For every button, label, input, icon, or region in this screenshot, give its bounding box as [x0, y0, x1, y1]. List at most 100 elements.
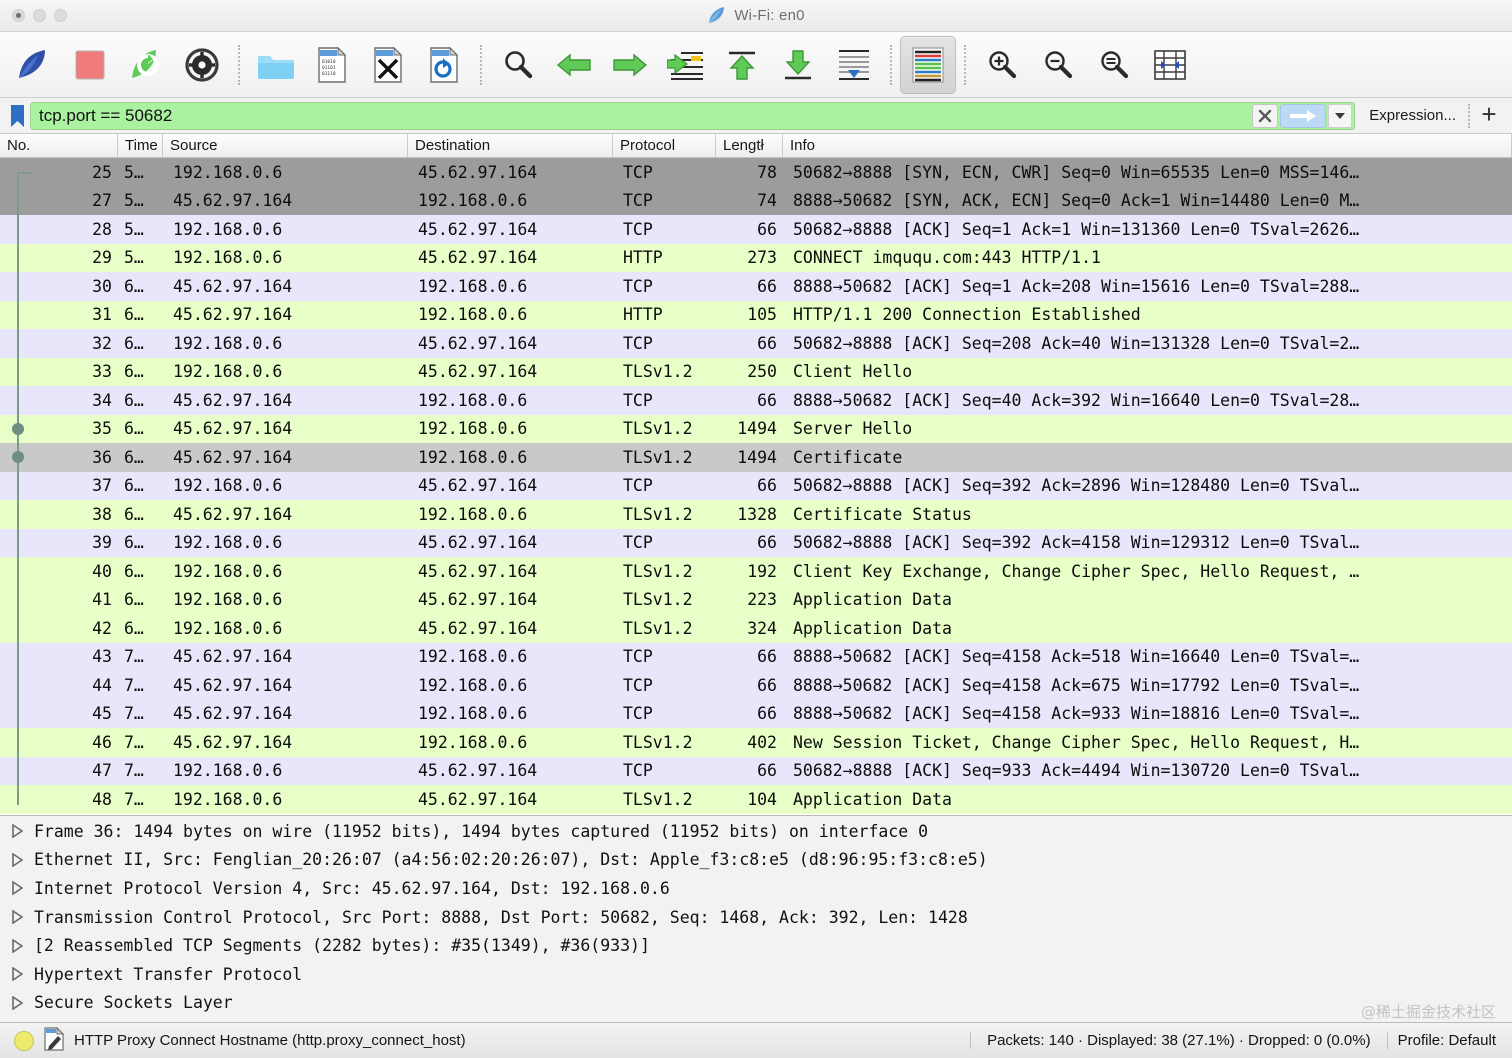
display-filter-input[interactable]: tcp.port == 50682 [30, 102, 1355, 130]
packet-cell-length: 78 [716, 163, 783, 182]
bookmark-icon [10, 104, 25, 128]
disclosure-triangle-icon[interactable] [0, 910, 34, 924]
packet-row[interactable]: 457…45.62.97.164192.168.0.6TCP668888→506… [0, 700, 1512, 729]
filter-history-dropdown[interactable] [1328, 104, 1352, 128]
resize-columns-icon [1153, 49, 1187, 81]
close-window-button[interactable] [12, 9, 25, 22]
capture-file-properties-icon[interactable] [44, 1027, 64, 1055]
packet-row[interactable]: 396…192.168.0.645.62.97.164TCP6650682→88… [0, 529, 1512, 558]
packet-row[interactable]: 306…45.62.97.164192.168.0.6TCP668888→506… [0, 272, 1512, 301]
packet-row[interactable]: 326…192.168.0.645.62.97.164TCP6650682→88… [0, 329, 1512, 358]
filter-separator [1468, 104, 1470, 128]
disclosure-triangle-icon[interactable] [0, 853, 34, 867]
zoom-reset-button[interactable] [1086, 36, 1142, 94]
packet-cell-length: 1328 [716, 505, 783, 524]
packet-row[interactable]: 487…192.168.0.645.62.97.164TLSv1.2104App… [0, 785, 1512, 814]
add-filter-button[interactable]: + [1472, 101, 1506, 130]
packet-row[interactable]: 406…192.168.0.645.62.97.164TLSv1.2192Cli… [0, 557, 1512, 586]
colorize-button[interactable] [900, 36, 956, 94]
packet-row[interactable]: 316…45.62.97.164192.168.0.6HTTP105HTTP/1… [0, 301, 1512, 330]
packet-cell-info: Certificate Status [783, 505, 1512, 524]
maximize-window-button[interactable] [54, 9, 67, 22]
packet-row[interactable]: 346…45.62.97.164192.168.0.6TCP668888→506… [0, 386, 1512, 415]
save-file-button[interactable]: 010100110101110 [304, 36, 360, 94]
reload-file-button[interactable] [416, 36, 472, 94]
disclosure-triangle-icon[interactable] [0, 824, 34, 838]
packet-row[interactable]: 356…45.62.97.164192.168.0.6TLSv1.21494Se… [0, 415, 1512, 444]
column-header-source[interactable]: Source [163, 134, 408, 157]
packet-row[interactable]: 275…45.62.97.164192.168.0.6TCP748888→506… [0, 187, 1512, 216]
detail-row[interactable]: Ethernet II, Src: Fenglian_20:26:07 (a4:… [0, 846, 1512, 875]
packet-cell-destination: 45.62.97.164 [408, 761, 613, 780]
packet-row[interactable]: 336…192.168.0.645.62.97.164TLSv1.2250Cli… [0, 358, 1512, 387]
packet-list-pane[interactable]: No.TimeSourceDestinationProtocolLengtłIn… [0, 134, 1512, 815]
profile-label[interactable]: Profile: Default [1387, 1032, 1512, 1049]
detail-row[interactable]: Secure Sockets Layer [0, 989, 1512, 1018]
filter-bookmark-button[interactable] [4, 104, 30, 128]
packet-row[interactable]: 416…192.168.0.645.62.97.164TLSv1.2223App… [0, 586, 1512, 615]
packet-row[interactable]: 285…192.168.0.645.62.97.164TCP6650682→88… [0, 215, 1512, 244]
disclosure-triangle-icon[interactable] [0, 939, 34, 953]
packet-row[interactable]: 366…45.62.97.164192.168.0.6TLSv1.21494Ce… [0, 443, 1512, 472]
chevron-down-icon [1334, 112, 1346, 120]
detail-row[interactable]: Frame 36: 1494 bytes on wire (11952 bits… [0, 817, 1512, 846]
expert-info-icon[interactable] [14, 1031, 34, 1051]
packet-row[interactable]: 447…45.62.97.164192.168.0.6TCP668888→506… [0, 671, 1512, 700]
resize-columns-button[interactable] [1142, 36, 1198, 94]
packet-row[interactable]: 376…192.168.0.645.62.97.164TCP6650682→88… [0, 472, 1512, 501]
capture-options-button[interactable] [174, 36, 230, 94]
packet-row[interactable]: 467…45.62.97.164192.168.0.6TLSv1.2402New… [0, 728, 1512, 757]
packet-row[interactable]: 255…192.168.0.645.62.97.164TCP7850682→88… [0, 158, 1512, 187]
packet-list-rows[interactable]: 255…192.168.0.645.62.97.164TCP7850682→88… [0, 158, 1512, 815]
go-to-last-button[interactable] [770, 36, 826, 94]
start-capture-button[interactable] [6, 36, 62, 94]
minimize-window-button[interactable] [33, 9, 46, 22]
column-header-time[interactable]: Time [118, 134, 163, 157]
disclosure-triangle-icon[interactable] [0, 881, 34, 895]
find-packet-button[interactable] [490, 36, 546, 94]
column-header-no[interactable]: No. [0, 134, 118, 157]
column-header-protocol[interactable]: Protocol [613, 134, 716, 157]
packet-row[interactable]: 426…192.168.0.645.62.97.164TLSv1.2324App… [0, 614, 1512, 643]
packet-row[interactable]: 295…192.168.0.645.62.97.164HTTP273CONNEC… [0, 244, 1512, 273]
disclosure-triangle-icon[interactable] [0, 967, 34, 981]
packet-cell-time: 6… [118, 562, 163, 581]
detail-row[interactable]: Hypertext Transfer Protocol [0, 960, 1512, 989]
display-filter-value: tcp.port == 50682 [39, 106, 1252, 126]
go-to-first-button[interactable] [714, 36, 770, 94]
column-header-destination[interactable]: Destination [408, 134, 613, 157]
packet-cell-destination: 45.62.97.164 [408, 220, 613, 239]
packet-cell-destination: 192.168.0.6 [408, 733, 613, 752]
go-forward-button[interactable] [602, 36, 658, 94]
go-back-button[interactable] [546, 36, 602, 94]
disclosure-triangle-icon[interactable] [0, 996, 34, 1010]
packet-row[interactable]: 477…192.168.0.645.62.97.164TCP6650682→88… [0, 757, 1512, 786]
open-file-button[interactable] [248, 36, 304, 94]
detail-row[interactable]: Transmission Control Protocol, Src Port:… [0, 903, 1512, 932]
packet-cell-length: 66 [716, 533, 783, 552]
go-to-packet-button[interactable] [658, 36, 714, 94]
column-header-info[interactable]: Info [783, 134, 1512, 157]
packet-list-header: No.TimeSourceDestinationProtocolLengtłIn… [0, 134, 1512, 158]
restart-capture-button[interactable] [118, 36, 174, 94]
detail-row[interactable]: [2 Reassembled TCP Segments (2282 bytes)… [0, 931, 1512, 960]
filter-expression-button[interactable]: Expression... [1355, 107, 1466, 124]
clear-filter-button[interactable] [1252, 104, 1278, 128]
packet-row[interactable]: 386…45.62.97.164192.168.0.6TLSv1.21328Ce… [0, 500, 1512, 529]
detail-row[interactable]: Internet Protocol Version 4, Src: 45.62.… [0, 874, 1512, 903]
go-to-packet-icon [667, 48, 705, 82]
stop-capture-button[interactable] [62, 36, 118, 94]
packet-cell-protocol: TCP [613, 647, 716, 666]
zoom-out-button[interactable] [1030, 36, 1086, 94]
packet-cell-source: 192.168.0.6 [163, 163, 408, 182]
packet-row[interactable]: 437…45.62.97.164192.168.0.6TCP668888→506… [0, 643, 1512, 672]
filter-controls [1252, 104, 1354, 128]
packet-cell-time: 6… [118, 391, 163, 410]
packet-cell-source: 192.168.0.6 [163, 761, 408, 780]
close-file-button[interactable] [360, 36, 416, 94]
auto-scroll-button[interactable] [826, 36, 882, 94]
column-header-length[interactable]: Lengtł [716, 134, 783, 157]
zoom-in-button[interactable] [974, 36, 1030, 94]
packet-details-pane[interactable]: Frame 36: 1494 bytes on wire (11952 bits… [0, 815, 1512, 1022]
apply-filter-button[interactable] [1280, 104, 1326, 128]
